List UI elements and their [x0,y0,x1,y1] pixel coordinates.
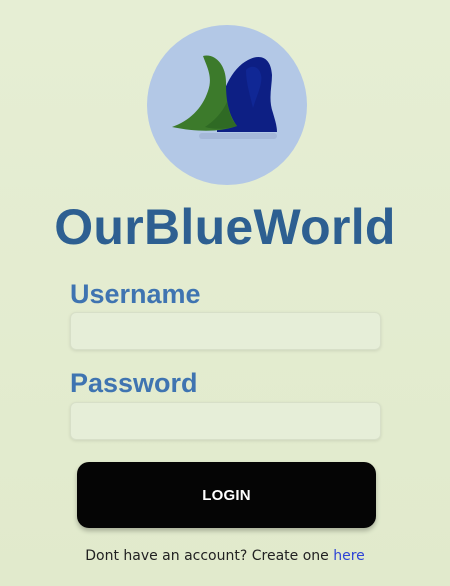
username-label: Username [70,279,201,309]
wave-logo-icon [172,55,277,139]
password-label: Password [70,368,198,398]
username-input[interactable] [70,312,381,350]
login-button[interactable]: LOGIN [77,462,376,528]
signup-prompt-text: Dont have an account? Create one [85,548,329,564]
logo [147,25,307,185]
signup-prompt: Dont have an account? Create one here [0,545,450,567]
login-screen: OurBlueWorld Username Password LOGIN Don… [0,0,450,586]
app-title: OurBlueWorld [54,199,396,255]
password-input[interactable] [70,402,381,440]
signup-link[interactable]: here [333,548,365,564]
